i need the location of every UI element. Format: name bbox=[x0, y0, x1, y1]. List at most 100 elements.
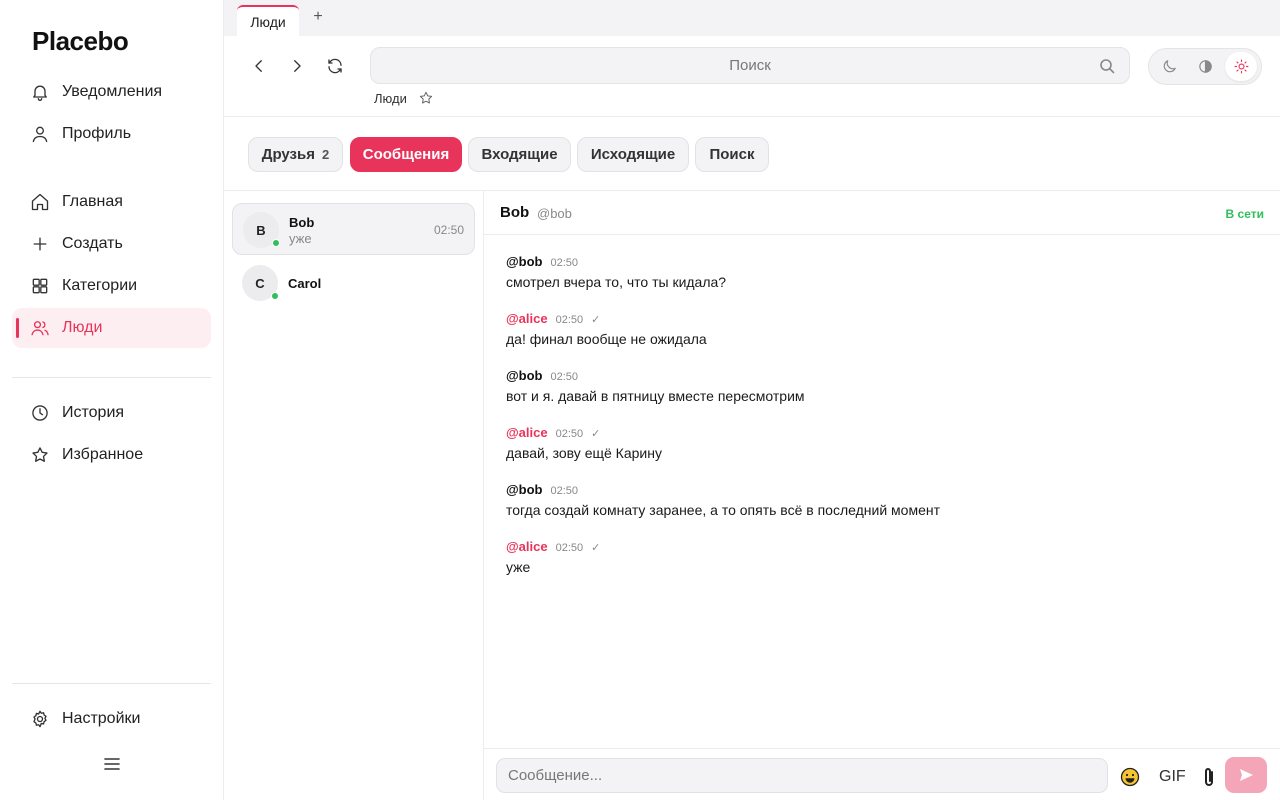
message-text: уже bbox=[506, 559, 531, 575]
chevron-right-icon bbox=[294, 60, 301, 72]
breadcrumb: Люди bbox=[374, 90, 434, 106]
avatar: C bbox=[242, 265, 279, 301]
sidebar-divider bbox=[12, 683, 211, 684]
sidebar-item-create[interactable]: Создать bbox=[12, 224, 211, 264]
sidebar-item-categories[interactable]: Категории bbox=[12, 266, 211, 306]
sidebar-item-label: Уведомления bbox=[62, 83, 163, 100]
sidebar-item-favorites[interactable]: Избранное bbox=[12, 435, 211, 475]
conversation-item-bob[interactable]: B Bob уже 02:50 bbox=[232, 203, 475, 255]
message-time: 02:50 bbox=[550, 371, 579, 383]
message-author[interactable]: @bob bbox=[506, 482, 543, 497]
clock-icon bbox=[30, 403, 50, 423]
check-icon: ✓ bbox=[591, 314, 601, 326]
sidebar-item-settings[interactable]: Настройки bbox=[12, 699, 211, 739]
sidebar-item-label: Создать bbox=[62, 235, 123, 252]
search-bar[interactable] bbox=[370, 47, 1130, 84]
app-logo[interactable]: Placebo bbox=[32, 26, 129, 57]
tab-label: Сообщения bbox=[362, 146, 450, 163]
tab-people[interactable]: Люди bbox=[237, 5, 299, 36]
avatar-initial: B bbox=[256, 222, 266, 238]
tab-outgoing[interactable]: Исходящие bbox=[577, 137, 689, 172]
plus-icon bbox=[30, 234, 50, 254]
sidebar-item-label: Избранное bbox=[62, 446, 144, 463]
message-composer: GIF bbox=[484, 748, 1280, 800]
conversation-time: 02:50 bbox=[433, 223, 464, 237]
user-icon bbox=[30, 124, 50, 144]
message-time: 02:50 bbox=[555, 314, 584, 326]
search-input[interactable] bbox=[371, 48, 1129, 83]
home-icon bbox=[30, 192, 50, 212]
sidebar-item-label: История bbox=[62, 404, 125, 421]
message-author[interactable]: @bob bbox=[506, 368, 543, 383]
message-text: давай, зову ещё Карину bbox=[506, 445, 662, 461]
avatar: B bbox=[243, 212, 280, 248]
sidebar-item-home[interactable]: Главная bbox=[12, 182, 211, 222]
message-item: @alice 02:50 ✓ уже bbox=[506, 539, 600, 576]
tab-label: Друзья bbox=[261, 146, 315, 163]
message-author[interactable]: @alice bbox=[506, 425, 548, 440]
contrast-icon bbox=[1198, 60, 1212, 73]
send-icon bbox=[1240, 769, 1253, 781]
sidebar-item-notifications[interactable]: Уведомления bbox=[12, 72, 211, 112]
conversation-item-carol[interactable]: C Carol bbox=[232, 257, 475, 309]
tab-search[interactable]: Поиск bbox=[695, 137, 769, 172]
message-author[interactable]: @bob bbox=[506, 254, 543, 269]
hamburger-icon[interactable] bbox=[103, 755, 121, 773]
message-time: 02:50 bbox=[555, 542, 584, 554]
tab-messages[interactable]: Сообщения bbox=[350, 137, 462, 172]
forward-button[interactable] bbox=[285, 54, 309, 78]
message-author[interactable]: @alice bbox=[506, 539, 548, 554]
search-icon[interactable] bbox=[1099, 58, 1115, 74]
message-input[interactable] bbox=[496, 758, 1108, 793]
send-button[interactable] bbox=[1225, 757, 1267, 793]
tab-friends[interactable]: Друзья 2 bbox=[248, 137, 343, 172]
grid-icon bbox=[30, 276, 50, 296]
check-icon: ✓ bbox=[591, 428, 601, 440]
moon-icon bbox=[1163, 60, 1176, 73]
sidebar-divider bbox=[12, 377, 211, 378]
paperclip-icon[interactable] bbox=[1200, 766, 1218, 788]
chat-panel: Bob @bob В сети @bob 02:50 смотрел вчера … bbox=[484, 191, 1280, 800]
tab-label: Исходящие bbox=[590, 146, 676, 163]
online-indicator bbox=[272, 239, 280, 247]
chevron-left-icon bbox=[255, 60, 262, 72]
users-icon bbox=[30, 318, 50, 338]
theme-switcher bbox=[1148, 48, 1262, 85]
theme-light-button[interactable] bbox=[1225, 52, 1257, 81]
message-item: @bob 02:50 тогда создай комнату заранее, … bbox=[506, 482, 940, 519]
sidebar-item-profile[interactable]: Профиль bbox=[12, 114, 211, 154]
theme-contrast-button[interactable] bbox=[1189, 52, 1221, 81]
message-text: да! финал вообще не ожидала bbox=[506, 331, 707, 347]
sidebar-item-people[interactable]: Люди bbox=[12, 308, 211, 348]
sidebar-item-label: Настройки bbox=[62, 710, 141, 727]
message-item: @alice 02:50 ✓ да! финал вообще не ожидала bbox=[506, 311, 707, 348]
refresh-icon bbox=[328, 58, 342, 74]
check-icon: ✓ bbox=[591, 542, 601, 554]
message-author[interactable]: @alice bbox=[506, 311, 548, 326]
conversation-preview: уже bbox=[289, 231, 312, 246]
sidebar-item-label: Люди bbox=[62, 319, 103, 336]
sidebar-item-label: Главная bbox=[62, 193, 123, 210]
gif-button[interactable]: GIF bbox=[1159, 768, 1186, 786]
people-filter-tabs: Друзья 2 Сообщения Входящие Исходящие По… bbox=[224, 117, 1280, 191]
tab-bar: Люди + bbox=[224, 0, 1280, 36]
bell-icon bbox=[30, 82, 50, 102]
message-text: тогда создай комнату заранее, а то опять… bbox=[506, 502, 940, 518]
sidebar-item-history[interactable]: История bbox=[12, 393, 211, 433]
chat-header: Bob @bob В сети bbox=[484, 191, 1280, 235]
sidebar-item-label: Профиль bbox=[62, 125, 132, 142]
back-button[interactable] bbox=[247, 54, 271, 78]
message-time: 02:50 bbox=[550, 257, 579, 269]
message-item: @alice 02:50 ✓ давай, зову ещё Карину bbox=[506, 425, 662, 462]
tab-label: Входящие bbox=[481, 146, 558, 163]
tab-incoming[interactable]: Входящие bbox=[468, 137, 571, 172]
theme-dark-button[interactable] bbox=[1153, 52, 1185, 81]
new-tab-button[interactable]: + bbox=[310, 8, 326, 26]
bookmark-star-icon[interactable] bbox=[418, 90, 434, 106]
reload-button[interactable] bbox=[323, 54, 347, 78]
message-item: @bob 02:50 вот и я. давай в пятницу вмест… bbox=[506, 368, 805, 405]
emoji-icon[interactable] bbox=[1120, 767, 1140, 787]
sidebar-item-label: Категории bbox=[62, 277, 138, 294]
conversation-name: Bob bbox=[289, 215, 315, 230]
conversation-list: B Bob уже 02:50 C Carol bbox=[224, 191, 484, 800]
